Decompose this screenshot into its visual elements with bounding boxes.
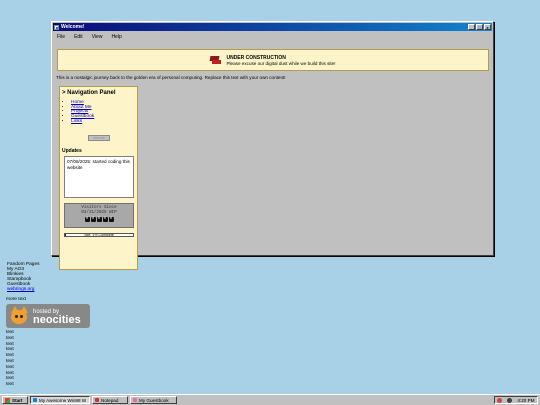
nav-arrows-button[interactable]: <<< >>> [88, 135, 110, 141]
task-label: My Guestbook [139, 397, 169, 403]
minimize-button[interactable]: _ [468, 24, 475, 30]
nav-list: Home About Me Projects Guestbook Links [63, 100, 94, 125]
nav-link-links[interactable]: Links [71, 119, 82, 124]
start-label: Start [12, 397, 23, 403]
progress-fill [65, 234, 66, 236]
counter-digit: 0 [84, 217, 90, 222]
window-icon [54, 24, 59, 30]
close-button[interactable]: x [484, 24, 491, 30]
task-label: Notepad [101, 397, 119, 403]
window-content: UNDER CONSTRUCTION Please excuse our dig… [55, 44, 490, 270]
menu-edit[interactable]: Edit [74, 34, 83, 40]
task-main-window[interactable]: My Awesome Win98 W [30, 396, 90, 404]
tray-app-icon[interactable] [497, 397, 503, 403]
notepad-icon [95, 398, 99, 402]
guestbook-icon [133, 398, 137, 402]
main-window: Welcome! _ □ x File Edit View Help UNDER… [51, 21, 494, 270]
menu-bar: File Edit View Help [52, 32, 493, 42]
window-task-icon [33, 398, 37, 402]
maximize-button[interactable]: □ [476, 24, 483, 30]
text-stack: text text text text text text text text … [6, 330, 14, 388]
badge-line2: neocities [33, 314, 81, 326]
construction-icon [210, 55, 222, 65]
site-progress-bar: Site: 1% Complete [64, 233, 134, 237]
counter-digit: 0 [102, 217, 108, 222]
navigation-panel: > Navigation Panel Home About Me Project… [59, 86, 138, 270]
nav-title: > Navigation Panel [62, 90, 116, 96]
menu-view[interactable]: View [92, 34, 103, 40]
menu-file[interactable]: File [57, 34, 65, 40]
text-line: text [6, 364, 14, 370]
intro-text: This is a nostalgic journey back to the … [56, 75, 286, 80]
task-label: My Awesome Win98 W [39, 397, 87, 403]
updates-title: Updates [62, 148, 82, 154]
counter-digit: 0 [96, 217, 102, 222]
start-button[interactable]: Start [2, 396, 28, 404]
windows-flag-icon [5, 397, 10, 403]
taskbar: Start My Awesome Win98 W Notepad My Gues… [0, 394, 540, 405]
visitor-counter: Visitors Since 03/31/2025 WIP 0 0 0 0 0 [64, 203, 134, 228]
menu-help[interactable]: Help [111, 34, 121, 40]
volume-icon[interactable] [507, 397, 513, 403]
clock[interactable]: 4:20 PM [517, 398, 534, 403]
construction-banner: UNDER CONSTRUCTION Please excuse our dig… [57, 49, 489, 71]
neocities-badge[interactable]: hosted by neocities [6, 304, 90, 328]
counter-digit: 0 [108, 217, 114, 222]
task-notepad[interactable]: Notepad [92, 396, 128, 404]
neocities-cat-icon [8, 305, 30, 327]
more-text: more text [6, 297, 26, 302]
banner-subtitle: Please excuse our digital dust while we … [226, 60, 336, 66]
text-line: text [6, 382, 14, 388]
text-line: text [6, 330, 14, 335]
title-bar[interactable]: Welcome! _ □ x [53, 23, 492, 31]
visitor-counter-line2: 03/31/2025 WIP [81, 211, 117, 215]
desktop-link-webrings[interactable]: webrings.org [7, 287, 34, 292]
desktop-link-list: Fandom Pages My AO3 Blinkies Stampbook G… [2, 262, 40, 292]
counter-digit: 0 [90, 217, 96, 222]
window-title: Welcome! [61, 24, 85, 30]
update-entry: 07/08/2025: started coding this website [67, 159, 130, 170]
text-line: text [6, 358, 14, 364]
progress-label: Site: 1% Complete [84, 233, 114, 237]
updates-box[interactable]: 07/08/2025: started coding this website [64, 156, 134, 198]
text-line: text [6, 335, 14, 341]
system-tray: 4:20 PM [494, 396, 538, 404]
task-guestbook[interactable]: My Guestbook [130, 396, 177, 404]
